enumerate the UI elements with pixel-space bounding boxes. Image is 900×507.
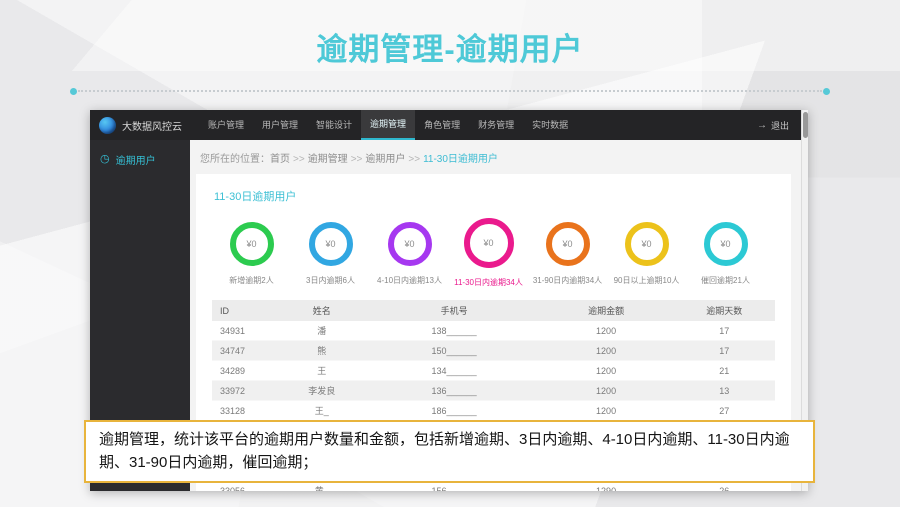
slide-title: 逾期管理-逾期用户 (316, 32, 584, 67)
nav-item-realtime[interactable]: 实时数据 (523, 110, 577, 140)
table-row[interactable]: 33972 李发良 136______ 1200 13 (212, 380, 775, 401)
stat-label: 11-30日内逾期34人 (454, 278, 523, 287)
nav-item-role[interactable]: 角色管理 (415, 110, 469, 140)
table-cell: 186______ (369, 400, 539, 421)
table-row[interactable]: 33128 王_ 186______ 1200 27 (212, 400, 775, 421)
breadcrumb-home[interactable]: 首页 (270, 154, 290, 165)
stat-value: ¥0 (483, 238, 494, 248)
column-header: 姓名 (273, 300, 370, 321)
sidebar-item-label: 逾期用户 (115, 156, 156, 167)
table-row[interactable]: 34747 熊 150______ 1200 17 (212, 340, 775, 361)
table-cell: 17 (673, 340, 775, 361)
table-cell: 134______ (369, 360, 539, 381)
breadcrumb-prefix: 您所在的位置： (200, 154, 270, 165)
stat-value: ¥0 (641, 239, 652, 249)
nav-item-user[interactable]: 用户管理 (253, 110, 307, 140)
stat-ring: ¥0 (463, 218, 514, 268)
table-cell: 1200 (538, 380, 674, 401)
table-cell: 34931 (212, 321, 274, 341)
breadcrumb: 您所在的位置：首页 >> 逾期管理 >> 逾期用户 >> 11-30日逾期用户 (190, 140, 801, 165)
stat-3day-overdue[interactable]: ¥0 3日内逾期6人 (291, 218, 370, 286)
stat-ring: ¥0 (545, 222, 590, 266)
breadcrumb-separator: >> (293, 154, 305, 165)
stat-label: 4-10日内逾期13人 (377, 276, 442, 285)
table-cell: 21 (673, 360, 775, 381)
table-cell: 李发良 (273, 380, 370, 401)
caption-box: 逾期管理，统计该平台的逾期用户数量和金额，包括新增逾期、3日内逾期、4-10日内… (84, 420, 815, 483)
sidebar-item-overdue-users[interactable]: ◷ 逾期用户 (90, 140, 190, 179)
table-cell: 34747 (212, 340, 274, 361)
table-cell: 33972 (212, 380, 274, 401)
table-cell: 150______ (369, 340, 539, 361)
nav-menu: 账户管理 用户管理 智能设计 逾期管理 角色管理 财务管理 实时数据 (199, 110, 577, 140)
stat-4-10day-overdue[interactable]: ¥0 4-10日内逾期13人 (370, 218, 449, 286)
stat-ring: ¥0 (308, 222, 353, 266)
stat-value: ¥0 (325, 239, 336, 249)
breadcrumb-overdue-mgmt[interactable]: 逾期管理 (308, 154, 348, 165)
clock-icon: ◷ (100, 153, 110, 165)
table-cell: 33128 (212, 400, 274, 421)
stat-value: ¥0 (720, 239, 731, 249)
stat-ring: ¥0 (387, 222, 432, 266)
stat-ring: ¥0 (703, 222, 748, 266)
breadcrumb-separator: >> (350, 154, 363, 165)
stat-31-90day-overdue[interactable]: ¥0 31-90日内逾期34人 (528, 218, 607, 286)
column-header: 逾期天数 (673, 300, 775, 321)
breadcrumb-separator: >> (408, 154, 421, 165)
column-header: 逾期金额 (538, 300, 674, 321)
stat-label: 31-90日内逾期34人 (532, 276, 603, 285)
brand-name: 大数据风控云 (122, 121, 182, 133)
nav-item-overdue[interactable]: 逾期管理 (361, 110, 416, 140)
stat-label: 新增逾期2人 (229, 276, 274, 285)
stat-recalled-overdue[interactable]: ¥0 催回逾期21人 (686, 218, 765, 286)
slide: 逾期管理-逾期用户 大数据风控云 账户管理 用户管理 智能设计 逾期管理 角色管… (0, 0, 900, 507)
stat-label: 催回逾期21人 (701, 276, 750, 285)
table-cell: 潘 (273, 321, 370, 341)
table-cell: 34289 (212, 360, 274, 381)
title-divider (70, 88, 830, 95)
stat-value: ¥0 (246, 239, 257, 249)
table-row[interactable]: 34289 王 134______ 1200 21 (212, 360, 775, 381)
scrollbar-thumb[interactable] (803, 112, 808, 138)
stat-label: 3日内逾期6人 (306, 276, 355, 285)
stat-90day-plus-overdue[interactable]: ¥0 90日以上逾期10人 (607, 218, 686, 286)
breadcrumb-overdue-users[interactable]: 逾期用户 (365, 154, 405, 165)
caption-text: 逾期管理，统计该平台的逾期用户数量和金额，包括新增逾期、3日内逾期、4-10日内… (99, 431, 790, 471)
table-cell: 136______ (369, 380, 539, 401)
table-cell: 1200 (538, 321, 674, 341)
section-title: 11-30日逾期用户 (214, 191, 297, 203)
nav-item-smart-design[interactable]: 智能设计 (307, 110, 361, 140)
stat-11-30day-overdue[interactable]: ¥0 11-30日内逾期34人 (449, 218, 528, 288)
breadcrumb-current: 11-30日逾期用户 (423, 154, 498, 165)
stat-ring: ¥0 (229, 222, 274, 266)
logout-button[interactable]: → 退出 (757, 110, 801, 140)
top-navbar: 大数据风控云 账户管理 用户管理 智能设计 逾期管理 角色管理 财务管理 实时数… (90, 110, 801, 140)
column-header: 手机号 (369, 300, 539, 321)
table-cell: 13 (673, 380, 775, 401)
logout-arrow-icon: → (756, 119, 767, 131)
table-cell: 27 (673, 400, 775, 421)
table-cell: 王_ (273, 400, 370, 421)
stat-new-overdue[interactable]: ¥0 新增逾期2人 (212, 218, 291, 286)
table-header-row: ID 姓名 手机号 逾期金额 逾期天数 (212, 300, 775, 321)
table-cell: 1200 (538, 340, 674, 361)
stat-value: ¥0 (562, 239, 573, 249)
table-cell: 1200 (538, 400, 674, 421)
table-cell: 熊 (273, 340, 370, 361)
table-cell: 17 (673, 321, 775, 341)
table-cell: 1200 (538, 360, 674, 381)
table-row[interactable]: 34931 潘 138______ 1200 17 (212, 321, 775, 341)
stat-label: 90日以上逾期10人 (613, 276, 680, 285)
stat-ring: ¥0 (624, 222, 669, 266)
nav-item-account[interactable]: 账户管理 (199, 110, 253, 140)
nav-item-finance[interactable]: 财务管理 (469, 110, 523, 140)
brand-logo-icon (99, 116, 116, 134)
brand: 大数据风控云 (90, 110, 199, 140)
column-header: ID (212, 300, 274, 321)
table-cell: 王 (273, 360, 370, 381)
stat-value: ¥0 (404, 239, 415, 249)
table-cell: 138______ (369, 321, 539, 341)
overdue-stats-row: ¥0 新增逾期2人 ¥0 3日内逾期6人 ¥0 4-10日内逾期13人 ¥0 1… (212, 218, 775, 288)
logout-label: 退出 (770, 120, 789, 131)
